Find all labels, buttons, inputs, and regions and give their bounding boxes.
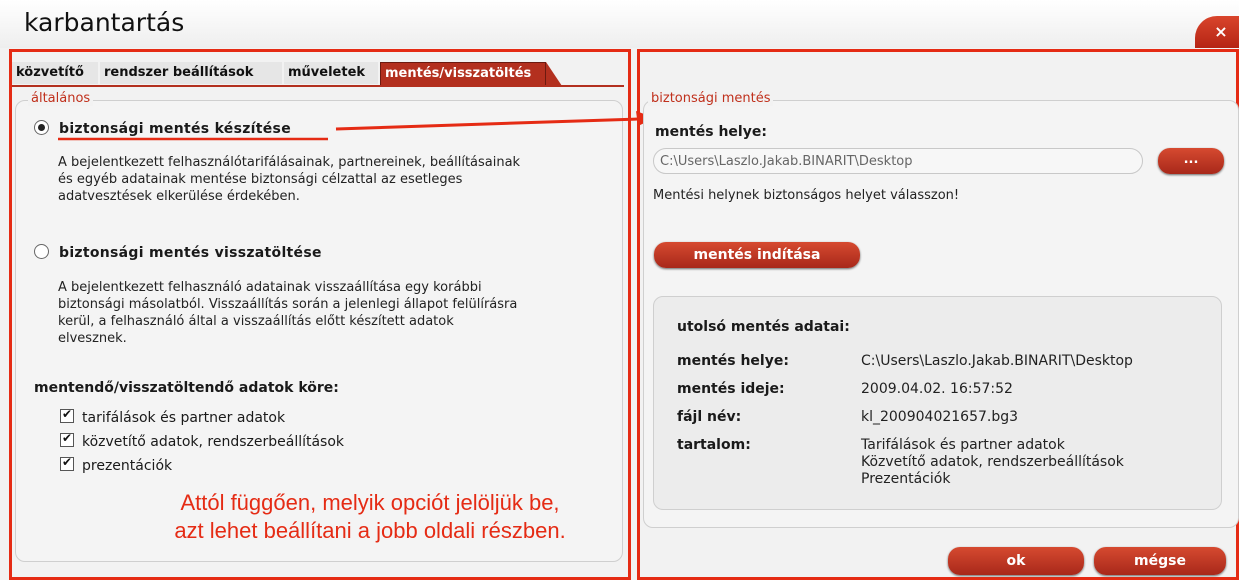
location-field[interactable]: C:\Users\Laszlo.Jakab.BINARIT\Desktop bbox=[653, 148, 1143, 174]
last-time-value: 2009.04.02. 16:57:52 bbox=[861, 381, 1013, 397]
backup-radio[interactable] bbox=[34, 119, 49, 135]
active-tab-corner bbox=[546, 62, 562, 86]
location-label: mentés helye: bbox=[655, 124, 767, 140]
check-tarifalasok-label: tarifálások és partner adatok bbox=[82, 410, 286, 426]
last-content-key: tartalom: bbox=[677, 437, 751, 453]
check-kozvetito-box[interactable] bbox=[60, 431, 74, 447]
last-file-key: fájl név: bbox=[677, 409, 742, 425]
backup-option-label: biztonsági mentés készítése bbox=[59, 121, 291, 137]
restore-description: A bejelentkezett felhasználó adatainak v… bbox=[58, 280, 518, 346]
check-tarifalasok-box[interactable] bbox=[60, 407, 74, 423]
tab-underline bbox=[12, 85, 624, 87]
check-prezentaciok-box[interactable] bbox=[60, 455, 74, 471]
tab-muveletek[interactable]: műveletek bbox=[284, 62, 378, 84]
restore-radio[interactable] bbox=[34, 243, 49, 259]
check-kozvetito[interactable]: közvetítő adatok, rendszerbeállítások bbox=[60, 431, 345, 450]
close-icon[interactable]: × bbox=[1195, 16, 1239, 48]
title-bar: karbantartás × bbox=[0, 0, 1239, 48]
location-hint: Mentési helynek biztonságos helyet válas… bbox=[653, 188, 960, 203]
window-title: karbantartás bbox=[24, 8, 185, 37]
check-prezentaciok[interactable]: prezentációk bbox=[60, 455, 173, 474]
last-file-value: kl_200904021657.bg3 bbox=[861, 409, 1019, 425]
check-prezentaciok-label: prezentációk bbox=[82, 458, 173, 474]
last-location-key: mentés helye: bbox=[677, 353, 789, 369]
tab-rendszer-beallitasok[interactable]: rendszer beállítások bbox=[100, 62, 282, 84]
annotation-text: Attól függően, melyik opciót jelöljük be… bbox=[174, 490, 566, 543]
start-backup-button[interactable]: mentés indítása bbox=[654, 242, 860, 268]
last-backup-title: utolsó mentés adatai: bbox=[677, 319, 850, 335]
restore-option-label: biztonsági mentés visszatöltése bbox=[59, 245, 322, 261]
backup-description: A bejelentkezett felhasználótarifálásain… bbox=[58, 155, 521, 204]
last-location-value: C:\Users\Laszlo.Jakab.BINARIT\Desktop bbox=[861, 353, 1133, 369]
last-time-key: mentés ideje: bbox=[677, 381, 785, 397]
ok-button[interactable]: ok bbox=[948, 547, 1084, 575]
restore-option[interactable]: biztonsági mentés visszatöltése bbox=[34, 243, 322, 261]
general-group-legend: általános bbox=[28, 91, 94, 106]
backup-option[interactable]: biztonsági mentés készítése bbox=[34, 119, 291, 137]
last-content-values: Tarifálások és partner adatok Közvetítő … bbox=[861, 437, 1124, 487]
tab-mentes-visszatoltes[interactable]: mentés/visszatöltés bbox=[380, 62, 546, 86]
backup-group-legend: biztonsági mentés bbox=[648, 91, 774, 106]
check-tarifalasok[interactable]: tarifálások és partner adatok bbox=[60, 407, 286, 426]
check-kozvetito-label: közvetítő adatok, rendszerbeállítások bbox=[82, 434, 345, 450]
scope-title: mentendő/visszatöltendő adatok köre: bbox=[34, 380, 339, 396]
browse-button[interactable]: ... bbox=[1158, 148, 1224, 174]
tab-kozvetito[interactable]: közvetítő bbox=[12, 62, 98, 84]
cancel-button[interactable]: mégse bbox=[1094, 547, 1226, 575]
